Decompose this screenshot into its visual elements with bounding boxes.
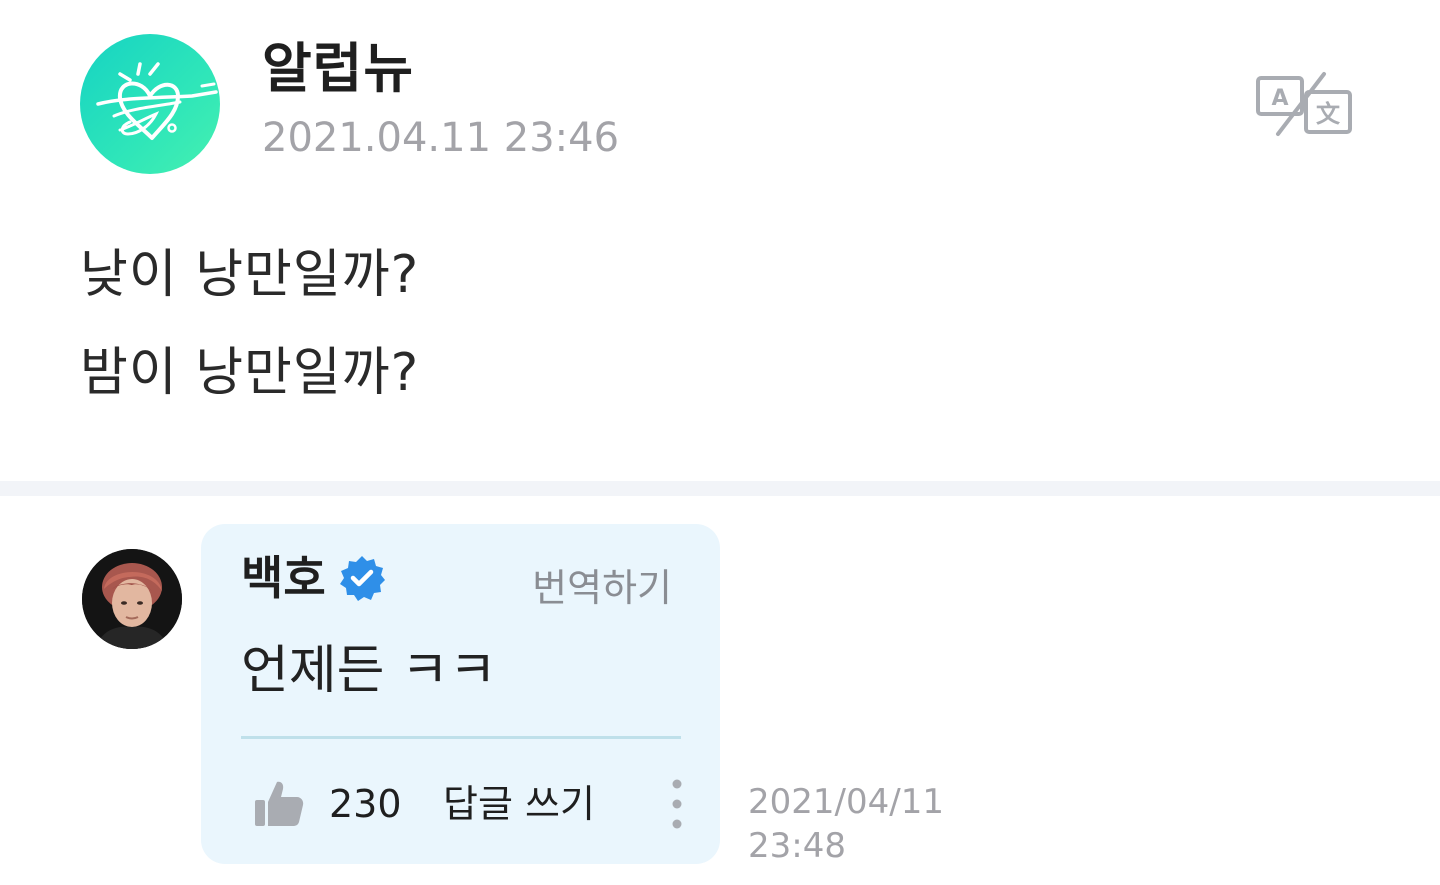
section-divider [0, 481, 1440, 496]
comment-time: 23:48 [748, 826, 846, 866]
post-date: 2021.04.11 23:46 [262, 115, 620, 161]
svg-text:文: 文 [1316, 100, 1341, 128]
thumbs-up-icon [255, 781, 304, 826]
commenter-avatar[interactable] [82, 549, 182, 649]
signature-heart-logo-icon [96, 62, 218, 140]
comment-date: 2021/04/11 [748, 782, 944, 822]
comment-timestamp: 2021/04/11 23:48 [748, 780, 944, 868]
comment-text: 언제든 ㅋㅋ [241, 641, 497, 701]
post-body: 낮이 낭만일까? 밤이 낭만일까? [80, 226, 1360, 422]
like-button[interactable]: 230 [253, 774, 402, 834]
svg-text:A: A [1271, 86, 1288, 111]
post-header: 알럽뉴 2021.04.11 23:46 A 文 [0, 0, 1440, 200]
reply-button[interactable]: 답글 쓰기 [443, 774, 595, 834]
commenter-row: 백호 [241, 548, 386, 608]
comment-actions: 230 답글 쓰기 [253, 774, 693, 834]
comment-bubble: 백호 번역하기 언제든 ㅋㅋ 230 답글 쓰기 [201, 524, 720, 864]
translate-icon[interactable]: A 文 [1254, 70, 1354, 140]
post-line-2: 밤이 낭만일까? [80, 343, 420, 403]
bubble-divider [241, 736, 681, 739]
commenter-name[interactable]: 백호 [241, 548, 326, 608]
verified-badge-icon [339, 556, 385, 601]
author-name[interactable]: 알럽뉴 [262, 36, 414, 102]
translate-link[interactable]: 번역하기 [532, 564, 672, 612]
like-count: 230 [329, 782, 402, 826]
post-line-1: 낮이 낭만일까? [80, 245, 420, 305]
author-avatar[interactable] [80, 34, 220, 174]
more-vertical-icon[interactable] [665, 778, 689, 830]
